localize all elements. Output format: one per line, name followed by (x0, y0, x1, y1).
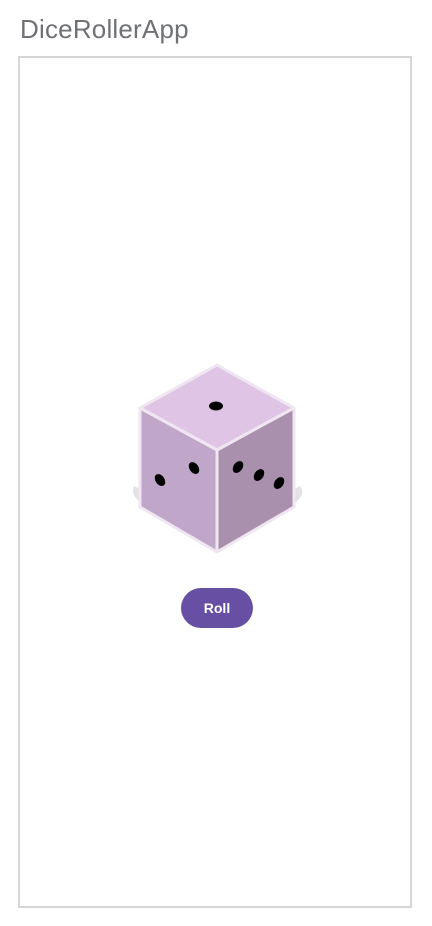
app-title: DiceRollerApp (20, 14, 189, 44)
device-screen: Roll (18, 56, 412, 908)
dice-pip (209, 401, 223, 411)
dice-image (132, 363, 303, 554)
roll-button[interactable]: Roll (181, 588, 253, 628)
